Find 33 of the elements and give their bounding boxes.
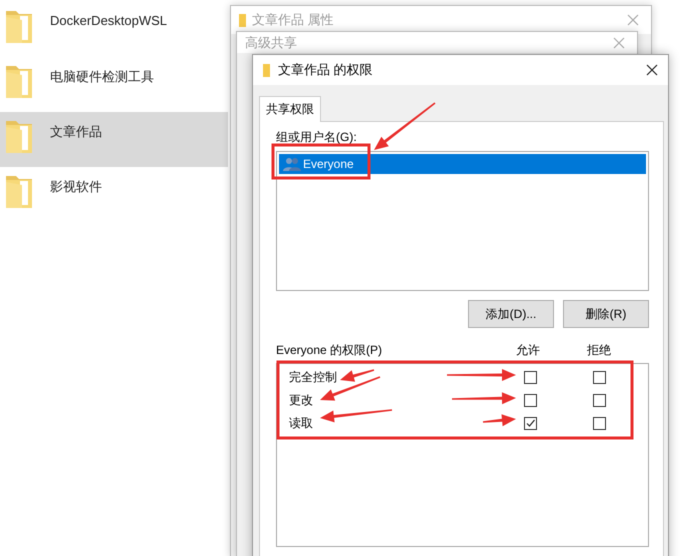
checkbox[interactable]: [524, 394, 537, 407]
window-title: 文章作品 属性: [252, 11, 335, 29]
add-button[interactable]: 添加(D)...: [468, 300, 554, 328]
folder-item[interactable]: DockerDesktopWSL: [0, 2, 228, 57]
folder-icon: [239, 14, 246, 26]
permission-name: 完全控制: [289, 369, 337, 386]
tab[interactable]: 共享权限: [259, 96, 321, 122]
arrow: [452, 392, 516, 404]
permissions-label: Everyone 的权限(P): [276, 342, 382, 359]
column-header: 允许: [516, 342, 540, 359]
folder-item[interactable]: 影视软件: [0, 167, 228, 222]
remove-button[interactable]: 删除(R): [563, 300, 649, 328]
checkbox[interactable]: [524, 371, 537, 384]
checkbox[interactable]: [593, 417, 606, 430]
window-title: 高级共享: [245, 34, 298, 52]
permission-name: 读取: [289, 415, 313, 432]
group-list[interactable]: Everyone: [276, 151, 649, 291]
column-header: 拒绝: [587, 342, 611, 359]
permission-name: 更改: [289, 392, 313, 409]
folder-item[interactable]: 文章作品: [0, 112, 228, 167]
checkbox[interactable]: [593, 394, 606, 407]
group-label: 组或用户名(G):: [276, 129, 358, 146]
close-icon[interactable]: [646, 64, 658, 76]
users-icon: [283, 157, 301, 171]
checkbox[interactable]: [593, 371, 606, 384]
arrow: [374, 102, 436, 150]
checkbox[interactable]: [524, 417, 537, 430]
arrow: [447, 369, 516, 381]
folder-item[interactable]: 电脑硬件检测工具: [0, 57, 228, 112]
window-title: 文章作品 的权限: [278, 61, 374, 79]
arrow: [482, 414, 516, 426]
folder-icon: [263, 64, 270, 76]
group-item[interactable]: Everyone: [279, 154, 646, 174]
